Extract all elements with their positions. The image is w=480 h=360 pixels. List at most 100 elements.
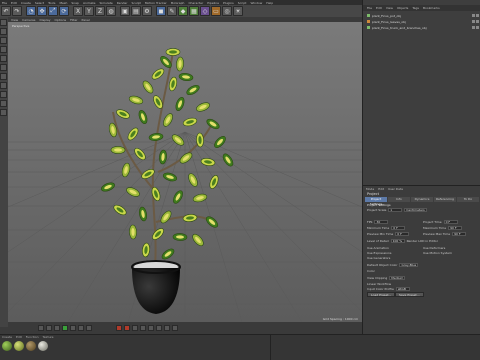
viewport-menu-options[interactable]: Options xyxy=(55,18,67,22)
project-scale-unit-select[interactable]: Centimeters xyxy=(404,208,427,212)
use-animation-row[interactable]: Use Animation xyxy=(367,246,389,250)
attr-menu-userdata[interactable]: User Data xyxy=(388,187,403,191)
input-color-profile-select[interactable]: sRGB xyxy=(395,287,410,291)
live-selection-icon[interactable]: ◔ xyxy=(26,6,36,16)
preview-min-time-field[interactable]: 0 F xyxy=(395,232,410,236)
lod-field[interactable]: 100 % xyxy=(390,239,405,243)
record-icon[interactable] xyxy=(116,325,122,331)
linear-workflow-row[interactable]: Linear Workflow xyxy=(367,282,391,286)
next-frame-icon[interactable] xyxy=(70,325,76,331)
use-deformers-row[interactable]: Use Deformers xyxy=(423,246,445,250)
viewport-menu-filter[interactable]: Filter xyxy=(70,18,77,22)
position-key-icon[interactable] xyxy=(140,325,146,331)
fps-field[interactable]: 30 xyxy=(374,220,389,224)
subdivision-icon[interactable]: ◆ xyxy=(178,6,188,16)
attr-menu-edit[interactable]: Edit xyxy=(378,187,384,191)
render-view-icon[interactable]: ▣ xyxy=(120,6,130,16)
pen-icon[interactable]: ✎ xyxy=(167,6,177,16)
om-menu-tags[interactable]: Tags xyxy=(412,6,419,10)
menu-window[interactable]: Window xyxy=(250,1,262,5)
preview-max-time-field[interactable]: 90 F xyxy=(452,232,467,236)
pla-key-icon[interactable] xyxy=(172,325,178,331)
menu-animate[interactable]: Animate xyxy=(83,1,96,5)
autokey-icon[interactable] xyxy=(124,325,130,331)
render-pv-icon[interactable]: ▤ xyxy=(131,6,141,16)
z-axis-icon[interactable]: Z xyxy=(95,6,105,16)
redo-icon[interactable]: ↷ xyxy=(12,6,22,16)
use-motion-system-row[interactable]: Use Motion System xyxy=(423,251,452,255)
param-key-icon[interactable] xyxy=(164,325,170,331)
menu-pipeline[interactable]: Pipeline xyxy=(207,1,219,5)
make-editable-icon[interactable] xyxy=(0,19,7,26)
menu-mograph[interactable]: MoGraph xyxy=(171,1,185,5)
menu-render[interactable]: Render xyxy=(117,1,128,5)
light-icon[interactable]: ☀ xyxy=(233,6,243,16)
material-menu-function[interactable]: Function xyxy=(26,335,39,340)
om-menu-view[interactable]: View xyxy=(386,6,393,10)
menu-create[interactable]: Create xyxy=(21,1,31,5)
tweak-icon[interactable] xyxy=(0,100,7,107)
axis-mode-icon[interactable] xyxy=(0,91,7,98)
world-coords-icon[interactable]: ◍ xyxy=(106,6,116,16)
viewport-menu-cameras[interactable]: Cameras xyxy=(22,18,35,22)
material-menu-create[interactable]: Create xyxy=(2,335,12,340)
menu-script[interactable]: Script xyxy=(238,1,247,5)
workplane-icon[interactable] xyxy=(0,46,7,53)
phong-tag-icon[interactable] xyxy=(476,20,479,23)
menu-edit[interactable]: Edit xyxy=(11,1,17,5)
array-icon[interactable]: ▦ xyxy=(189,6,199,16)
menu-plugins[interactable]: Plugins xyxy=(223,1,234,5)
perspective-viewport[interactable]: Perspective Grid Spacing : 1000 cm xyxy=(8,22,362,322)
object-row[interactable]: plant_Ficus_trunk_and_branches_obj xyxy=(367,25,479,30)
go-to-end-icon[interactable] xyxy=(86,325,92,331)
texture-mode-icon[interactable] xyxy=(0,37,7,44)
snap-icon[interactable] xyxy=(0,82,7,89)
om-menu-edit[interactable]: Edit xyxy=(376,6,382,10)
menu-mesh[interactable]: Mesh xyxy=(59,1,67,5)
phong-tag-icon[interactable] xyxy=(476,14,479,17)
om-menu-bookmarks[interactable]: Bookmarks xyxy=(423,6,440,10)
attr-menu-mode[interactable]: Mode xyxy=(366,187,374,191)
play-icon[interactable] xyxy=(62,325,68,331)
tab-info[interactable]: Info xyxy=(388,197,410,202)
material-swatch[interactable] xyxy=(26,341,36,351)
keyframe-selection-icon[interactable] xyxy=(132,325,138,331)
menu-simulate[interactable]: Simulate xyxy=(100,1,113,5)
material-menu-texture[interactable]: Texture xyxy=(43,335,54,340)
material-swatch[interactable] xyxy=(14,341,24,351)
use-expressions-row[interactable]: Use Expressions xyxy=(367,251,391,255)
tab-project-settings[interactable]: Project Settings xyxy=(365,197,387,206)
go-to-start-icon[interactable] xyxy=(38,325,44,331)
default-object-color-select[interactable]: Gray-Blue xyxy=(399,263,419,267)
menu-select[interactable]: Select xyxy=(35,1,44,5)
tab-todo[interactable]: To Do xyxy=(457,197,479,202)
om-menu-file[interactable]: File xyxy=(367,6,372,10)
cube-icon[interactable]: ◼ xyxy=(156,6,166,16)
undo-icon[interactable]: ↶ xyxy=(1,6,11,16)
max-time-field[interactable]: 90 F xyxy=(448,226,463,230)
polygons-mode-icon[interactable] xyxy=(0,73,7,80)
menu-tools[interactable]: Tools xyxy=(48,1,55,5)
scale-key-icon[interactable] xyxy=(148,325,154,331)
rotation-key-icon[interactable] xyxy=(156,325,162,331)
move-icon[interactable]: ✥ xyxy=(37,6,47,16)
floor-icon[interactable]: ▭ xyxy=(211,6,221,16)
menu-snap[interactable]: Snap xyxy=(71,1,79,5)
menu-motion-tracker[interactable]: Motion Tracker xyxy=(145,1,167,5)
tab-dynamics[interactable]: Dynamics xyxy=(411,197,433,202)
menu-character[interactable]: Character xyxy=(188,1,203,5)
project-scale-field[interactable]: 1 xyxy=(388,208,403,212)
scale-icon[interactable]: ⤢ xyxy=(48,6,58,16)
model-mode-icon[interactable] xyxy=(0,28,7,35)
use-generators-row[interactable]: Use Generators xyxy=(367,256,390,260)
deformer-icon[interactable]: ◇ xyxy=(200,6,210,16)
save-preset-button[interactable]: Save Preset... xyxy=(395,292,424,297)
material-tag-icon[interactable] xyxy=(472,14,475,17)
menu-file[interactable]: File xyxy=(2,1,7,5)
material-tag-icon[interactable] xyxy=(472,20,475,23)
load-preset-button[interactable]: Load Preset... xyxy=(367,292,396,297)
rotate-icon[interactable]: ⟳ xyxy=(59,6,69,16)
om-menu-objects[interactable]: Objects xyxy=(397,6,408,10)
menu-help[interactable]: Help xyxy=(266,1,273,5)
min-time-field[interactable]: 0 F xyxy=(391,226,406,230)
